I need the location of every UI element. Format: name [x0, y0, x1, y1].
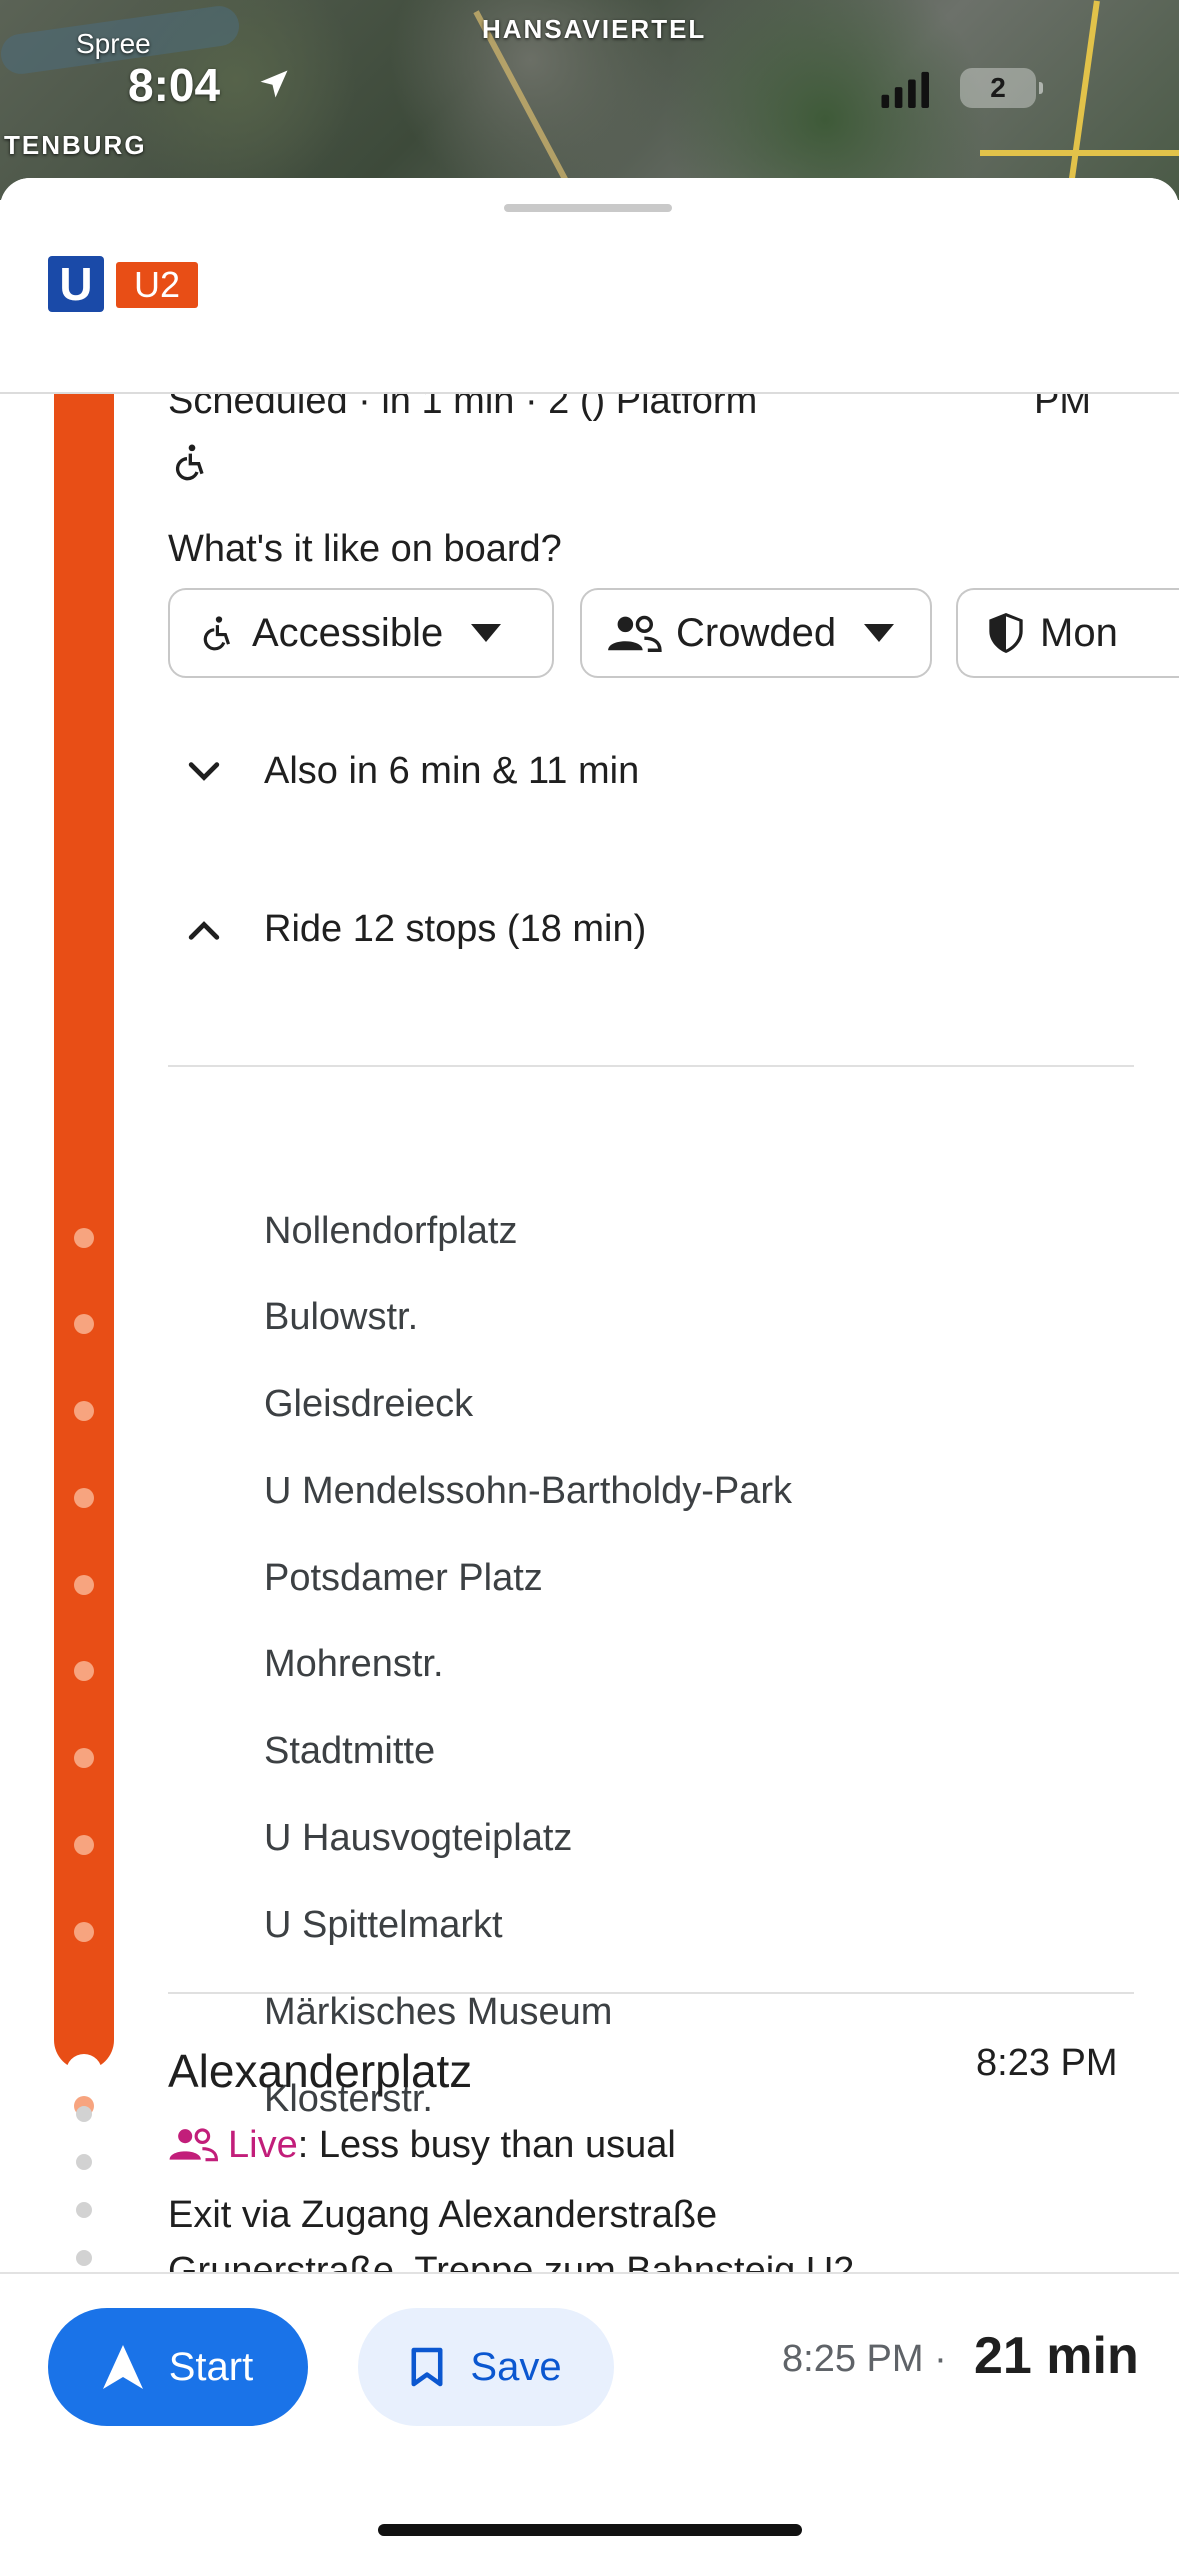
stop-name: Gleisdreieck	[264, 1383, 474, 1425]
stop-name: Stadtmitte	[264, 1730, 436, 1772]
also-in-text[interactable]: Also in 6 min & 11 min	[264, 750, 639, 793]
departure-time-suffix: PM	[1034, 392, 1091, 422]
road	[980, 150, 1179, 156]
trip-duration: 21 min	[974, 2327, 1139, 2385]
stop-name: U Mendelssohn-Bartholdy-Park	[264, 1470, 793, 1512]
map-background[interactable]: Spree HANSAVIERTEL TENBURG 8:04 2	[0, 0, 1179, 200]
status-time: 8:04	[128, 59, 221, 111]
battery-indicator: 2	[960, 68, 1043, 108]
operator-badge: U	[48, 256, 104, 312]
route-details[interactable]: Scheduled · in 1 min · 2 () Platform PM …	[0, 392, 1179, 2272]
chevron-up-icon[interactable]	[182, 908, 226, 952]
wheelchair-icon	[175, 444, 204, 481]
road	[1066, 0, 1100, 200]
home-indicator[interactable]	[378, 2524, 802, 2536]
stop-dot	[74, 2009, 94, 2029]
stop-name: Nollendorfplatz	[264, 1210, 518, 1252]
stop-dot	[74, 1401, 94, 1421]
stop-name: Bulowstr.	[264, 1296, 419, 1338]
chip-label: Accessible	[252, 610, 444, 655]
chevron-down-icon[interactable]	[182, 750, 226, 794]
save-label: Save	[470, 2344, 562, 2389]
stop-dot	[74, 1314, 94, 1334]
stop-dot	[74, 1922, 94, 1942]
sheet-header: U U2	[0, 178, 1179, 394]
chip-label: Mon	[1040, 610, 1118, 655]
start-button[interactable]: Start	[48, 2308, 308, 2426]
save-button[interactable]: Save	[358, 2308, 614, 2426]
directions-sheet: U U2 Scheduled · in 1 min · 2 () Platfor…	[0, 178, 1179, 2556]
schedule-text: Scheduled · in 1 min · 2 () Platform	[168, 392, 758, 422]
navigation-arrow-icon	[102, 2345, 143, 2389]
stop-dot	[74, 1575, 94, 1595]
stop-name: Mohrenstr.	[264, 1643, 444, 1685]
signal-icon	[881, 71, 929, 108]
start-label: Start	[168, 2344, 254, 2389]
battery-level: 2	[990, 72, 1006, 103]
chip-label: Crowded	[676, 610, 837, 655]
line-badge: U2	[116, 262, 198, 308]
map-label-tenburg: TENBURG	[4, 130, 147, 160]
stop-name: U Spittelmarkt	[264, 1904, 503, 1946]
stop-name: Potsdamer Platz	[264, 1557, 543, 1599]
action-bar: Start Save 8:25 PM · 21 min	[0, 2272, 1179, 2558]
stop-dot	[74, 1488, 94, 1508]
shield-icon	[989, 613, 1023, 653]
map-label-hansaviertel: HANSAVIERTEL	[482, 14, 707, 44]
stop-dot	[74, 1228, 94, 1248]
onboard-question: What's it like on board?	[168, 528, 562, 570]
people-icon	[608, 615, 662, 652]
ride-summary[interactable]: Ride 12 stops (18 min)	[264, 908, 646, 951]
stop-name: Klosterstr.	[264, 2078, 433, 2120]
caret-down-icon	[471, 624, 502, 642]
stop-name: U Hausvogteiplatz	[264, 1817, 573, 1859]
divider	[168, 1065, 1134, 1067]
route-line	[54, 392, 114, 2060]
crowded-chip[interactable]: Crowded	[580, 588, 932, 678]
caret-down-icon	[864, 624, 895, 642]
stop-dot	[74, 1748, 94, 1768]
stop-dot	[74, 1661, 94, 1681]
arrival-time: 8:25 PM ·	[782, 2338, 947, 2380]
map-label-spree: Spree	[76, 28, 151, 59]
monitoring-chip[interactable]: Mon	[956, 588, 1179, 678]
sheet-drag-handle[interactable]	[504, 204, 672, 212]
stop-dot	[74, 1835, 94, 1855]
wheelchair-icon	[203, 616, 231, 651]
accessible-chip[interactable]: Accessible	[168, 588, 554, 678]
stop-dot	[74, 2096, 94, 2116]
location-arrow-icon	[260, 70, 288, 98]
stop-name: Märkisches Museum	[264, 1991, 613, 2033]
bookmark-icon	[411, 2347, 443, 2387]
